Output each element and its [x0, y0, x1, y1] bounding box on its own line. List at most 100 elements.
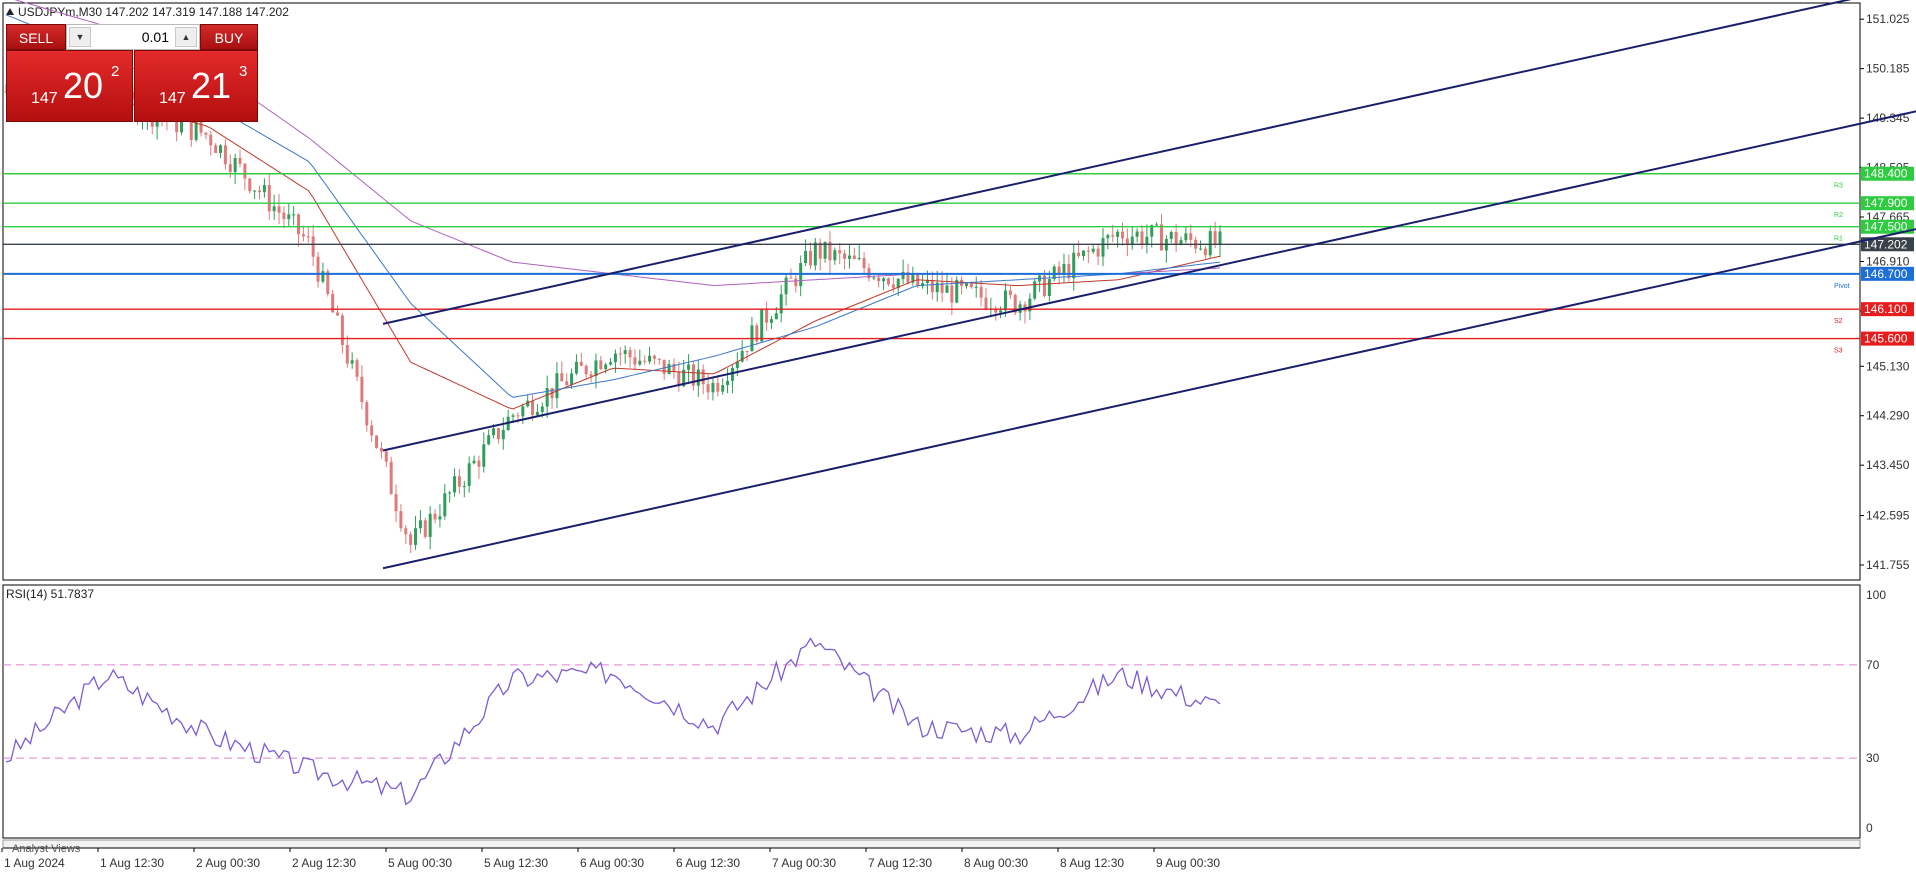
- price-tick-label: 141.755: [1866, 558, 1910, 572]
- chart-canvas[interactable]: USDJPYm,M30 147.202 147.319 147.188 147.…: [0, 0, 1916, 874]
- candle-body: [974, 286, 978, 288]
- lot-decrease-icon[interactable]: ▼: [69, 27, 91, 47]
- buy-quote[interactable]: 147 21 3: [134, 50, 258, 122]
- candle-body: [570, 373, 574, 386]
- rsi-tick-label: 30: [1866, 751, 1880, 765]
- candle-body: [1169, 231, 1173, 239]
- sell-price-sup: 2: [111, 63, 120, 80]
- candle-body: [360, 376, 364, 403]
- level-price-label: 145.600: [1864, 332, 1908, 346]
- candle-body: [838, 250, 842, 254]
- candle-body: [238, 158, 242, 164]
- candle-body: [297, 214, 301, 235]
- candle-body: [496, 428, 500, 440]
- candle-body: [540, 406, 544, 412]
- candle-body: [574, 361, 578, 374]
- candle-body: [365, 402, 369, 426]
- candle-body: [599, 360, 603, 370]
- candle-body: [399, 511, 403, 529]
- candle-body: [1081, 250, 1085, 257]
- candle-body: [1135, 231, 1139, 237]
- candle-body: [384, 451, 388, 462]
- candle-body: [594, 360, 598, 377]
- candle-body: [706, 384, 710, 393]
- candle-body: [336, 312, 340, 316]
- candle-body: [467, 463, 471, 486]
- candle-body: [662, 359, 666, 374]
- time-tick-label: 7 Aug 00:30: [772, 856, 836, 870]
- candle-body: [979, 286, 983, 298]
- candle-body: [1189, 233, 1193, 240]
- candle-body: [862, 257, 866, 269]
- candle-body: [262, 185, 266, 193]
- candle-body: [277, 206, 281, 213]
- candle-body: [789, 277, 793, 279]
- candle-body: [886, 278, 890, 285]
- lot-increase-icon[interactable]: ▲: [175, 27, 197, 47]
- candle-body: [248, 178, 252, 192]
- time-tick-label: 7 Aug 12:30: [868, 856, 932, 870]
- candle-body: [1086, 250, 1090, 252]
- candle-body: [1155, 224, 1159, 226]
- candle-body: [443, 493, 447, 517]
- candle-body: [882, 278, 886, 282]
- candle-body: [1096, 248, 1100, 257]
- candle-body: [199, 121, 203, 133]
- rsi-title: RSI(14) 51.7837: [6, 587, 94, 601]
- candle-body: [243, 163, 247, 179]
- candle-body: [555, 373, 559, 399]
- buy-button[interactable]: BUY: [200, 24, 258, 50]
- candle-body: [345, 345, 349, 364]
- candle-body: [604, 364, 608, 370]
- candle-body: [638, 360, 642, 365]
- candle-body: [711, 382, 715, 393]
- candle-body: [423, 520, 427, 537]
- candle-body: [418, 520, 422, 529]
- level-name-label: Pivot: [1834, 283, 1850, 290]
- candle-body: [433, 513, 437, 520]
- level-price-label: 146.100: [1864, 302, 1908, 316]
- candle-body: [1208, 231, 1212, 256]
- time-tick-label: 5 Aug 12:30: [484, 856, 548, 870]
- time-tick-label: 6 Aug 00:30: [580, 856, 644, 870]
- candle-body: [891, 284, 895, 289]
- candle-body: [267, 185, 271, 212]
- lot-size-input[interactable]: [93, 28, 173, 46]
- sell-quote[interactable]: 147 20 2: [6, 50, 133, 122]
- candle-body: [633, 357, 637, 365]
- candle-body: [852, 255, 856, 259]
- candle-body: [1033, 281, 1037, 299]
- candle-body: [457, 476, 461, 487]
- price-tick-label: 144.290: [1866, 409, 1910, 423]
- candle-body: [287, 214, 291, 220]
- candle-body: [404, 528, 408, 535]
- price-tick-label: 143.450: [1866, 458, 1910, 472]
- rsi-tick-label: 70: [1866, 658, 1880, 672]
- candle-body: [1116, 231, 1120, 237]
- candle-body: [579, 361, 583, 366]
- candle-body: [462, 485, 466, 487]
- candle-body: [1111, 235, 1115, 237]
- candle-body: [511, 415, 515, 417]
- sell-button[interactable]: SELL: [6, 24, 66, 50]
- sell-price-prefix: 147: [31, 90, 58, 107]
- candle-body: [1213, 231, 1217, 245]
- time-tick-label: 8 Aug 00:30: [964, 856, 1028, 870]
- candle-body: [1174, 231, 1178, 245]
- candle-body: [1218, 231, 1222, 245]
- chart-window: USDJPYm,M30 147.202 147.319 147.188 147.…: [0, 0, 1916, 874]
- candle-body: [613, 353, 617, 363]
- candle-body: [394, 494, 398, 512]
- level-name-label: S3: [1834, 348, 1843, 355]
- lot-size-control: ▼ ▲: [66, 24, 200, 50]
- candle-body: [1125, 238, 1129, 245]
- candle-body: [930, 279, 934, 293]
- candle-body: [847, 255, 851, 259]
- sell-price-big: 20: [63, 65, 104, 106]
- time-tick-label: 1 Aug 12:30: [100, 856, 164, 870]
- candle-body: [609, 362, 613, 365]
- price-tick-label: 150.185: [1866, 62, 1910, 76]
- candle-body: [999, 310, 1003, 313]
- level-price-label: 148.400: [1864, 167, 1908, 181]
- candle-body: [321, 271, 325, 282]
